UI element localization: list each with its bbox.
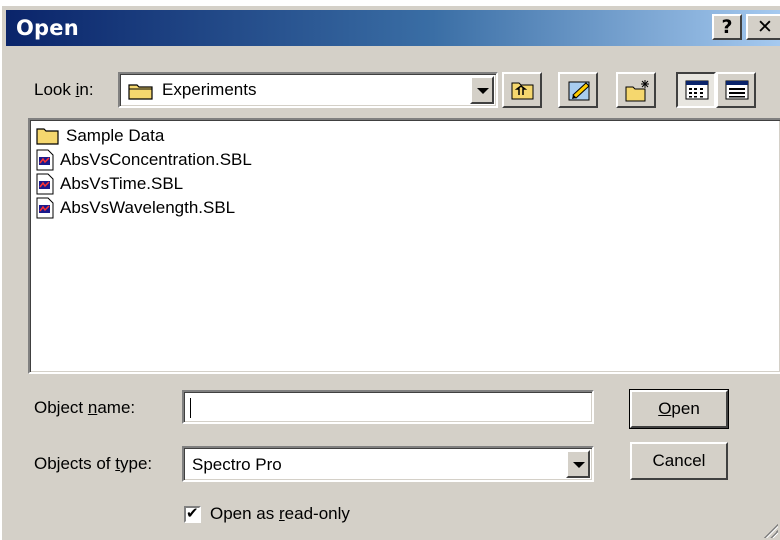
close-button[interactable]: ✕ <box>746 14 780 40</box>
up-one-level-icon <box>511 82 534 100</box>
list-view-button[interactable] <box>676 72 716 108</box>
file-name: AbsVsWavelength.SBL <box>60 198 236 217</box>
file-name: AbsVsTime.SBL <box>60 174 184 193</box>
chevron-down-icon[interactable] <box>470 76 494 104</box>
help-button[interactable]: ? <box>712 14 742 40</box>
details-view-icon <box>725 80 749 100</box>
open-button[interactable]: Open <box>629 389 729 429</box>
title-bar[interactable]: Open ? ✕ <box>6 10 780 46</box>
document-icon <box>36 197 54 219</box>
new-folder-icon <box>625 80 649 102</box>
document-icon <box>36 149 54 171</box>
details-view-button[interactable] <box>716 72 756 108</box>
check-mark-icon: ✔ <box>186 505 199 522</box>
object-name-input[interactable] <box>182 390 594 424</box>
text-cursor <box>190 398 191 418</box>
open-dialog: Open ? ✕ Look in: Experiments Sample Dat… <box>0 4 780 540</box>
folder-icon <box>128 84 153 100</box>
read-only-checkbox[interactable]: ✔ <box>184 505 201 523</box>
list-item[interactable]: AbsVsConcentration.SBL <box>36 148 436 172</box>
window-title: Open <box>16 16 79 40</box>
read-only-label[interactable]: Open as read-only <box>210 504 350 524</box>
file-list[interactable]: Sample Data AbsVsConcentration.SBL AbsVs… <box>28 118 780 374</box>
look-in-value: Experiments <box>162 80 257 99</box>
file-name: Sample Data <box>66 126 165 145</box>
new-folder-button[interactable] <box>616 72 656 108</box>
list-item[interactable]: AbsVsTime.SBL <box>36 172 436 196</box>
list-item[interactable]: AbsVsWavelength.SBL <box>36 196 436 220</box>
look-in-label: Look in: <box>34 80 94 99</box>
cancel-button[interactable]: Cancel <box>630 442 728 480</box>
edit-icon <box>568 81 590 101</box>
resize-grip-icon[interactable] <box>762 522 778 538</box>
folder-icon <box>36 128 59 145</box>
object-type-dropdown[interactable]: Spectro Pro <box>182 446 594 482</box>
look-in-dropdown[interactable]: Experiments <box>118 72 498 108</box>
object-type-label: Objects of type: <box>34 454 153 473</box>
up-one-level-button[interactable] <box>502 72 542 108</box>
close-icon: ✕ <box>757 16 773 38</box>
edit-button[interactable] <box>558 72 598 108</box>
chevron-down-icon[interactable] <box>566 450 590 478</box>
file-name: AbsVsConcentration.SBL <box>60 150 252 169</box>
document-icon <box>36 173 54 195</box>
object-type-value: Spectro Pro <box>192 455 282 474</box>
object-name-label: Object name: <box>34 398 136 417</box>
list-item[interactable]: Sample Data <box>36 124 436 148</box>
list-view-icon <box>685 80 709 100</box>
